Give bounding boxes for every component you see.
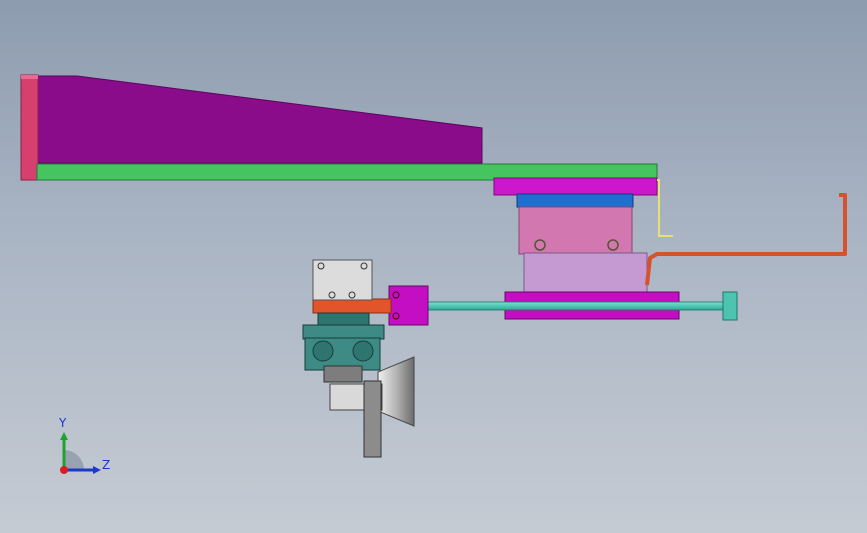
rotary-flange <box>302 324 385 340</box>
blue-block <box>516 193 634 208</box>
triad-y-label: Y <box>58 416 67 430</box>
gripper-port-icon <box>352 340 374 362</box>
xyz-triad-icon: Y Z <box>58 416 110 474</box>
shaft-end-right <box>722 291 738 321</box>
bent-rod <box>645 193 847 286</box>
small-bracket <box>657 179 673 237</box>
lilac-block <box>523 252 648 295</box>
orange-arm <box>312 298 392 314</box>
gripper-jaw <box>323 365 363 383</box>
mount-plate <box>493 177 658 196</box>
motor-body <box>312 259 373 301</box>
end-cap-top <box>21 75 38 79</box>
wedge-plate <box>36 75 483 164</box>
suction-cone <box>377 356 415 427</box>
triad-z-label: Z <box>102 458 110 472</box>
model-assembly <box>20 74 847 458</box>
grey-post <box>363 380 382 458</box>
gripper-port-icon <box>312 340 334 362</box>
rotary-collar <box>317 312 370 326</box>
end-cap <box>20 74 39 181</box>
guide-shaft <box>424 301 726 311</box>
cad-viewport[interactable]: Y Z <box>0 0 867 533</box>
